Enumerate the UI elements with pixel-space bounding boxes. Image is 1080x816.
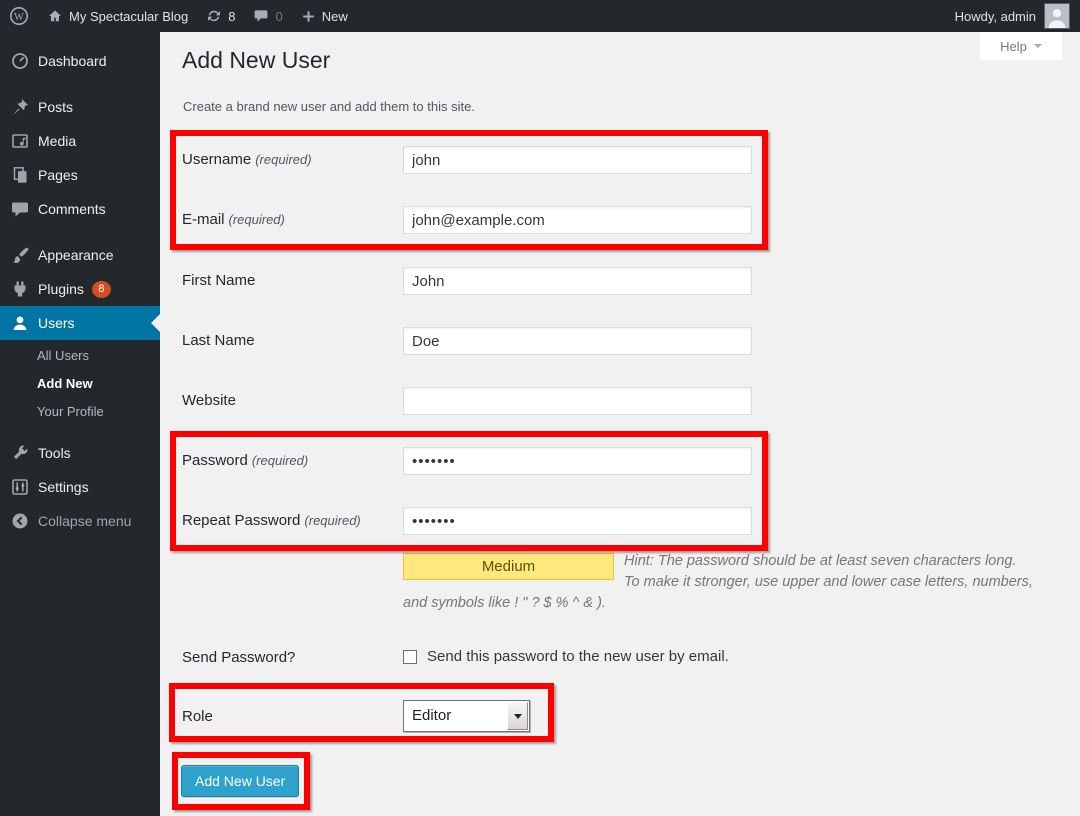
avatar bbox=[1044, 3, 1070, 29]
chevron-down-icon bbox=[514, 714, 522, 723]
submenu-item-your-profile[interactable]: Your Profile bbox=[0, 398, 160, 426]
sidebar-item-label: Media bbox=[38, 133, 76, 149]
first-name-label: First Name bbox=[182, 272, 255, 289]
email-label: E-mail(required) bbox=[182, 211, 285, 228]
password-label: Password(required) bbox=[182, 452, 308, 469]
sidebar-item-label: Tools bbox=[38, 445, 71, 461]
site-name: My Spectacular Blog bbox=[69, 9, 188, 24]
password-input[interactable] bbox=[403, 447, 752, 475]
new-label: New bbox=[322, 9, 348, 24]
submenu-item-add-new[interactable]: Add New bbox=[0, 370, 160, 398]
username-label: Username(required) bbox=[182, 151, 312, 168]
plugins-update-badge: 8 bbox=[92, 281, 111, 298]
help-label: Help bbox=[1000, 39, 1027, 54]
admin-menu: Dashboard Posts Media Pages bbox=[0, 32, 160, 340]
users-icon bbox=[10, 313, 30, 333]
pages-icon bbox=[10, 165, 30, 185]
wrench-icon bbox=[10, 443, 30, 463]
pushpin-icon bbox=[10, 97, 30, 117]
comments-icon bbox=[10, 199, 30, 219]
paintbrush-icon bbox=[10, 245, 30, 265]
repeat-password-label: Repeat Password(required) bbox=[182, 512, 361, 529]
howdy-text: Howdy, admin bbox=[955, 9, 1036, 24]
update-icon bbox=[206, 8, 222, 24]
wordpress-logo-icon: W bbox=[9, 6, 29, 26]
sidebar-item-dashboard[interactable]: Dashboard bbox=[0, 44, 160, 78]
role-select[interactable]: Editor bbox=[403, 700, 530, 732]
last-name-label: Last Name bbox=[182, 332, 255, 349]
send-password-checkbox[interactable] bbox=[403, 650, 417, 664]
last-name-input[interactable] bbox=[403, 327, 752, 355]
sidebar-item-label: Users bbox=[38, 315, 75, 331]
help-button[interactable]: Help bbox=[980, 32, 1062, 60]
dashboard-icon bbox=[10, 51, 30, 71]
admin-menu-lower: Tools Settings Collapse menu bbox=[0, 436, 160, 538]
select-dropdown-button[interactable] bbox=[507, 702, 528, 730]
sidebar-item-label: Collapse menu bbox=[38, 513, 131, 529]
repeat-password-input[interactable] bbox=[403, 507, 752, 535]
sidebar-item-label: Pages bbox=[38, 167, 78, 183]
sidebar-item-appearance[interactable]: Appearance bbox=[0, 238, 160, 272]
sidebar-item-label: Appearance bbox=[38, 247, 114, 263]
comment-count: 0 bbox=[275, 9, 282, 24]
website-label: Website bbox=[182, 392, 236, 409]
send-password-checkbox-label: Send this password to the new user by em… bbox=[427, 648, 729, 665]
required-hint: (required) bbox=[252, 453, 308, 468]
username-input[interactable] bbox=[403, 146, 752, 174]
users-submenu: All Users Add New Your Profile bbox=[0, 342, 160, 426]
sidebar-item-label: Dashboard bbox=[38, 53, 107, 69]
sidebar-item-label: Settings bbox=[38, 479, 89, 495]
sidebar-item-label: Comments bbox=[38, 201, 106, 217]
required-hint: (required) bbox=[229, 212, 285, 227]
sidebar-item-pages[interactable]: Pages bbox=[0, 158, 160, 192]
plus-icon bbox=[301, 9, 316, 24]
admin-bar: W My Spectacular Blog 8 0 New Howdy, adm… bbox=[0, 0, 1080, 32]
chevron-down-icon bbox=[1034, 44, 1042, 52]
email-field[interactable] bbox=[403, 206, 752, 234]
sidebar-item-media[interactable]: Media bbox=[0, 124, 160, 158]
sidebar-item-collapse-menu[interactable]: Collapse menu bbox=[0, 504, 160, 538]
first-name-input[interactable] bbox=[403, 267, 752, 295]
sidebar-item-settings[interactable]: Settings bbox=[0, 470, 160, 504]
page-subtitle: Create a brand new user and add them to … bbox=[183, 99, 475, 114]
account-menu[interactable]: Howdy, admin bbox=[955, 3, 1080, 29]
update-count: 8 bbox=[228, 9, 235, 24]
send-password-label: Send Password? bbox=[182, 649, 295, 666]
wordpress-logo-menu[interactable]: W bbox=[0, 0, 38, 32]
role-label: Role bbox=[182, 708, 213, 725]
sidebar-item-plugins[interactable]: Plugins 8 bbox=[0, 272, 160, 306]
new-content-menu[interactable]: New bbox=[292, 0, 357, 32]
updates-menu[interactable]: 8 bbox=[197, 0, 244, 32]
current-menu-arrow bbox=[151, 314, 160, 332]
sidebar-item-comments[interactable]: Comments bbox=[0, 192, 160, 226]
sidebar-item-label: Posts bbox=[38, 99, 73, 115]
add-new-user-button[interactable]: Add New User bbox=[181, 765, 299, 797]
comments-menu[interactable]: 0 bbox=[244, 0, 291, 32]
plugin-icon bbox=[10, 279, 30, 299]
media-icon bbox=[10, 131, 30, 151]
password-strength-area: Medium Hint: The password should be at l… bbox=[403, 551, 1035, 614]
website-input[interactable] bbox=[403, 387, 752, 415]
comment-bubble-icon bbox=[253, 8, 269, 24]
sidebar-item-label: Plugins bbox=[38, 281, 84, 297]
sidebar-item-posts[interactable]: Posts bbox=[0, 90, 160, 124]
collapse-icon bbox=[10, 511, 30, 531]
required-hint: (required) bbox=[255, 152, 311, 167]
admin-sidebar: Dashboard Posts Media Pages bbox=[0, 32, 160, 816]
sidebar-item-tools[interactable]: Tools bbox=[0, 436, 160, 470]
submenu-item-all-users[interactable]: All Users bbox=[0, 342, 160, 370]
sidebar-item-users[interactable]: Users bbox=[0, 306, 160, 340]
settings-icon bbox=[10, 477, 30, 497]
site-name-menu[interactable]: My Spectacular Blog bbox=[38, 0, 197, 32]
required-hint: (required) bbox=[304, 513, 360, 528]
page-title: Add New User bbox=[182, 47, 330, 74]
password-strength-meter: Medium bbox=[403, 553, 614, 580]
role-selected-value: Editor bbox=[404, 701, 506, 731]
svg-text:W: W bbox=[14, 12, 24, 23]
home-icon bbox=[47, 8, 63, 24]
